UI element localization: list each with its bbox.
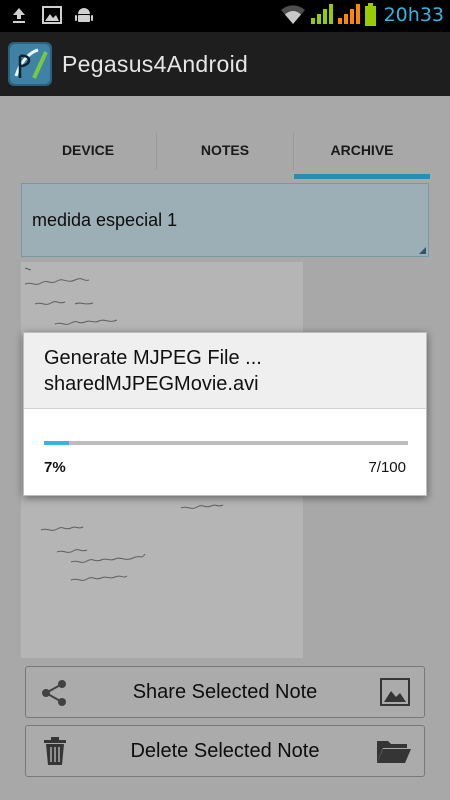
progress-dialog: Generate MJPEG File ... sharedMJPEGMovie… [23, 332, 427, 496]
dialog-title: Generate MJPEG File ... [44, 347, 262, 369]
signal-icon [338, 4, 360, 24]
status-bar: 20h33 [0, 0, 450, 32]
wifi-icon [281, 5, 305, 24]
signal-icon [311, 4, 333, 24]
app-title: Pegasus4Android [62, 51, 249, 77]
upload-icon [13, 8, 25, 23]
status-time: 20h33 [383, 4, 444, 26]
android-icon [75, 8, 93, 22]
progress-bar [44, 441, 408, 445]
app-logo-icon [8, 42, 52, 86]
action-bar: Pegasus4Android [0, 32, 450, 96]
dialog-filename: sharedMJPEGMovie.avi [44, 373, 259, 395]
progress-count: 7/100 [368, 459, 406, 476]
battery-icon [365, 3, 376, 26]
dialog-header: Generate MJPEG File ... sharedMJPEGMovie… [24, 333, 426, 409]
progress-percent: 7% [44, 459, 66, 476]
progress-bar-fill [44, 441, 70, 445]
image-icon [42, 6, 62, 24]
